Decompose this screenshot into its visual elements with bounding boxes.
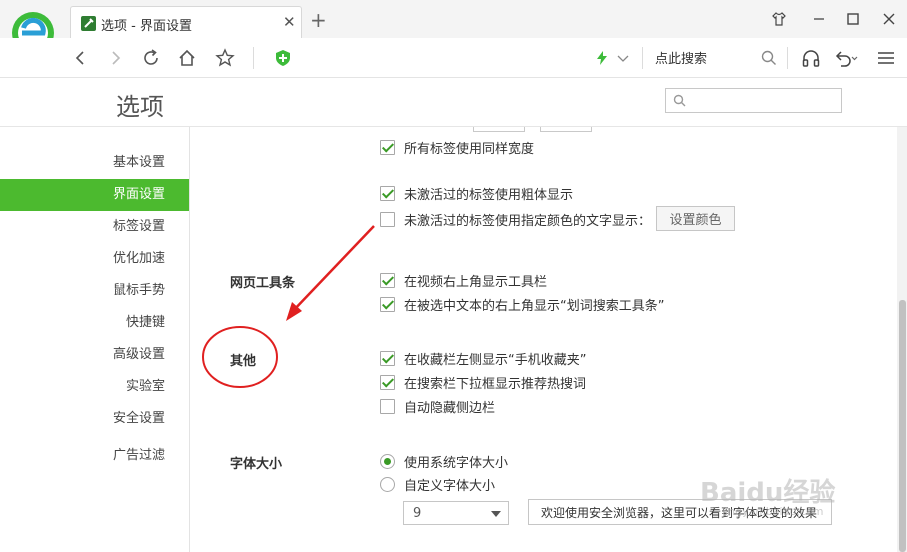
home-icon[interactable] <box>174 46 200 70</box>
custom-font-option[interactable]: 自定义字体大小 <box>380 474 495 494</box>
video-toolbar-checkbox[interactable] <box>380 272 395 288</box>
watermark-url: jingyan.baidu.com <box>722 505 824 518</box>
sidebar-item-security[interactable]: 安全设置 <box>0 403 189 435</box>
set-color-button[interactable]: 设置颜色 <box>656 206 735 231</box>
browser-toolbar: 点此搜索 <box>0 38 907 78</box>
sidebar-item-optimize[interactable]: 优化加速 <box>0 243 189 275</box>
sidebar-item-adblock[interactable]: 广告过滤 <box>0 440 189 472</box>
partial-button[interactable] <box>540 127 592 132</box>
partial-button[interactable] <box>473 127 525 132</box>
page-header: 选项 <box>0 78 907 127</box>
search-icon <box>673 94 686 111</box>
auto-hide-sidebar-checkbox[interactable] <box>380 398 395 414</box>
title-bar: 选项 - 界面设置 ✕ + <box>0 0 907 60</box>
menu-icon[interactable] <box>873 46 899 70</box>
same-width-option[interactable]: 所有标签使用同样宽度 <box>380 137 534 157</box>
settings-favicon-icon <box>81 16 96 31</box>
mobile-favorites-option[interactable]: 在收藏栏左侧显示“手机收藏夹” <box>380 348 586 368</box>
auto-hide-sidebar-label: 自动隐藏侧边栏 <box>404 400 496 416</box>
font-size-value: 9 <box>413 506 422 521</box>
color-inactive-option[interactable]: 未激活过的标签使用指定颜色的文字显示： <box>380 209 651 229</box>
watermark-logo: Baidu经验 <box>700 478 836 508</box>
window-close-icon[interactable] <box>876 7 902 31</box>
undo-icon[interactable] <box>833 46 859 70</box>
page-title: 选项 <box>116 93 164 121</box>
sidebar-item-mouse-gestures[interactable]: 鼠标手势 <box>0 275 189 307</box>
sidebar-item-interface[interactable]: 界面设置 <box>0 179 189 211</box>
system-font-label: 使用系统字体大小 <box>404 455 509 471</box>
color-inactive-checkbox[interactable] <box>380 211 395 227</box>
system-font-radio[interactable] <box>380 453 395 469</box>
bold-inactive-checkbox[interactable] <box>380 185 395 201</box>
sidebar-item-basic[interactable]: 基本设置 <box>0 147 189 179</box>
favorite-star-icon[interactable] <box>212 46 238 70</box>
mobile-favorites-checkbox[interactable] <box>380 350 395 366</box>
maximize-icon[interactable] <box>840 7 866 31</box>
section-title-font-size: 字体大小 <box>230 457 283 472</box>
browser-tab[interactable]: 选项 - 界面设置 ✕ <box>70 6 302 39</box>
forward-icon[interactable] <box>102 46 128 70</box>
toolbar-divider <box>253 47 254 69</box>
dropdown-arrow-icon <box>491 511 501 517</box>
settings-search-input[interactable] <box>665 88 842 113</box>
section-title-web-toolbar: 网页工具条 <box>230 276 296 291</box>
tab-close-icon[interactable]: ✕ <box>283 13 296 31</box>
shield-plus-icon[interactable] <box>270 46 296 70</box>
refresh-icon[interactable] <box>138 46 164 70</box>
tab-title: 选项 - 界面设置 <box>101 19 192 34</box>
hot-words-label: 在搜索栏下拉框显示推荐热搜词 <box>404 376 587 392</box>
search-box-label[interactable]: 点此搜索 <box>655 48 707 67</box>
same-width-checkbox[interactable] <box>380 139 395 155</box>
video-toolbar-label: 在视频右上角显示工具栏 <box>404 274 548 290</box>
auto-hide-sidebar-option[interactable]: 自动隐藏侧边栏 <box>380 396 495 416</box>
mobile-favorites-label: 在收藏栏左侧显示“手机收藏夹” <box>404 352 587 368</box>
scrollbar-thumb[interactable] <box>899 300 906 552</box>
bold-inactive-label: 未激活过的标签使用粗体显示 <box>404 187 574 203</box>
sidebar-item-advanced[interactable]: 高级设置 <box>0 339 189 371</box>
video-toolbar-option[interactable]: 在视频右上角显示工具栏 <box>380 270 547 290</box>
skin-icon[interactable] <box>766 7 792 31</box>
selection-search-option[interactable]: 在被选中文本的右上角显示“划词搜索工具条” <box>380 294 664 314</box>
search-icon[interactable] <box>756 46 782 70</box>
sidebar-item-shortcuts[interactable]: 快捷键 <box>0 307 189 339</box>
section-title-other: 其他 <box>230 354 257 369</box>
system-font-option[interactable]: 使用系统字体大小 <box>380 451 508 471</box>
headphones-icon[interactable] <box>798 46 824 70</box>
custom-font-radio[interactable] <box>380 476 395 492</box>
selection-search-label: 在被选中文本的右上角显示“划词搜索工具条” <box>404 298 665 314</box>
sidebar-item-tabs[interactable]: 标签设置 <box>0 211 189 243</box>
back-icon[interactable] <box>68 46 94 70</box>
toolbar-divider <box>787 47 788 69</box>
hot-words-option[interactable]: 在搜索栏下拉框显示推荐热搜词 <box>380 372 586 392</box>
bold-inactive-option[interactable]: 未激活过的标签使用粗体显示 <box>380 183 573 203</box>
chevron-down-icon[interactable] <box>610 46 636 70</box>
same-width-label: 所有标签使用同样宽度 <box>404 141 535 157</box>
minimize-icon[interactable] <box>806 7 832 31</box>
new-tab-icon[interactable]: + <box>310 10 327 30</box>
selection-search-checkbox[interactable] <box>380 296 395 312</box>
custom-font-label: 自定义字体大小 <box>404 478 496 494</box>
sidebar-item-lab[interactable]: 实验室 <box>0 371 189 403</box>
font-size-select[interactable]: 9 <box>403 501 509 525</box>
settings-sidebar: 基本设置 界面设置 标签设置 优化加速 鼠标手势 快捷键 高级设置 实验室 安全… <box>0 127 190 552</box>
color-inactive-label: 未激活过的标签使用指定颜色的文字显示： <box>404 213 652 229</box>
hot-words-checkbox[interactable] <box>380 374 395 390</box>
toolbar-divider <box>642 47 643 69</box>
